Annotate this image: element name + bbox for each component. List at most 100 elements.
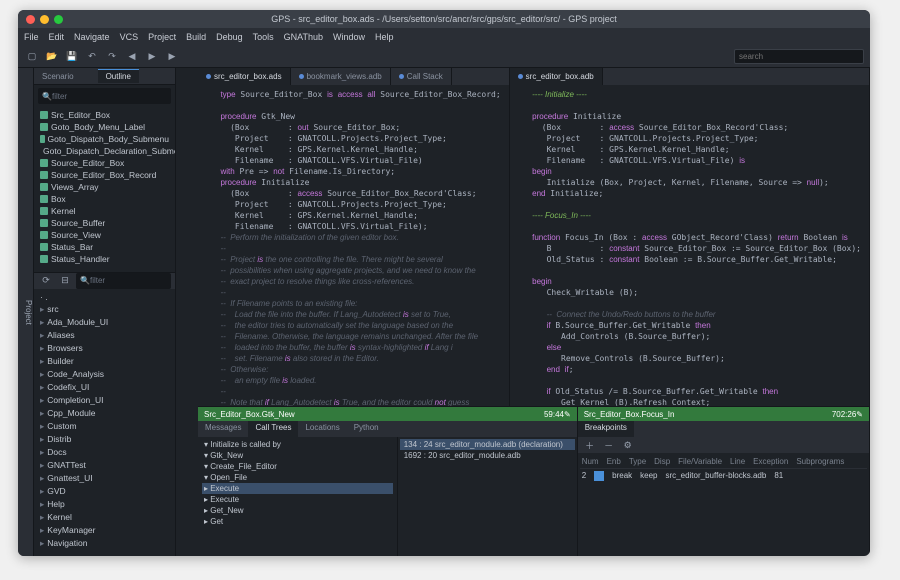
debug-icon[interactable]: ▶ [164,49,180,65]
editor-right: src_editor_box.adb ---- Initialize ---- … [510,68,870,406]
editor-right-code[interactable]: ---- Initialize ---- procedure Initializ… [510,85,869,406]
outline-item[interactable]: Goto_Dispatch_Declaration_Submenu [34,145,175,157]
calltree-item[interactable]: ▾ Initialize is called by [202,439,393,450]
project-item[interactable]: ▸ Aliases [34,329,175,342]
redo-icon[interactable]: ↷ [104,49,120,65]
menu-project[interactable]: Project [148,32,176,42]
calltree-item[interactable]: ▸ Get_New [202,505,393,516]
project-item[interactable]: ▸ Gnattest_UI [34,472,175,485]
project-item[interactable]: ▸ Kernel [34,511,175,524]
bp-add-icon[interactable]: ＋ [582,437,598,453]
tab-outline[interactable]: Outline [98,69,139,83]
bottom-tab[interactable]: Call Trees [248,421,298,437]
project-item[interactable]: ▸ src [34,303,175,316]
outline-item[interactable]: Status_Handler [34,253,175,265]
menu-navigate[interactable]: Navigate [74,32,110,42]
outline-item[interactable]: Box [34,193,175,205]
back-icon[interactable]: ◀ [124,49,140,65]
calltree-pos: 59:44 [544,410,564,419]
outline-item[interactable]: Kernel [34,205,175,217]
menu-edit[interactable]: Edit [49,32,65,42]
bp-table: NumEnbTypeDispFile/VariableLineException… [578,453,869,556]
left-sidebar: Scenario Outline 🔍 filter Src_Editor_Box… [34,68,176,556]
menu-gnathub[interactable]: GNAThub [284,32,323,42]
project-item[interactable]: ▸ Help [34,498,175,511]
pencil-icon[interactable]: ✎ [856,410,863,419]
menu-tools[interactable]: Tools [253,32,274,42]
tab-scenario[interactable]: Scenario [34,70,82,83]
editor-left-code[interactable]: type Source_Editor_Box is access all Sou… [198,85,509,406]
tab-breakpoints[interactable]: Breakpoints [578,421,634,437]
location-item[interactable]: 1692 : 20 src_editor_module.adb [400,450,575,461]
menu-help[interactable]: Help [375,32,394,42]
menu-build[interactable]: Build [186,32,206,42]
project-item[interactable]: ▸ Codefix_UI [34,381,175,394]
undo-icon[interactable]: ↶ [84,49,100,65]
save-icon[interactable]: 💾 [64,49,80,65]
project-item[interactable]: ▸ Docs [34,446,175,459]
calltree-item[interactable]: ▸ Execute [202,494,393,505]
menu-file[interactable]: File [24,32,39,42]
checkbox-icon[interactable] [594,471,604,481]
project-item[interactable]: ▸ Completion_UI [34,394,175,407]
refresh-icon[interactable]: ⟳ [38,273,54,289]
bottom-tab[interactable]: Python [347,421,386,437]
project-item[interactable]: ▸ GNATTest [34,459,175,472]
project-item[interactable]: ▸ Browsers [34,342,175,355]
bp-header: Src_Editor_Box.Focus_In [584,410,675,419]
project-side-tab[interactable]: Project [18,68,34,556]
outline-tree: Src_Editor_BoxGoto_Body_Menu_LabelGoto_D… [34,107,175,272]
open-icon[interactable]: 📂 [44,49,60,65]
search-input[interactable] [734,49,864,64]
bp-remove-icon[interactable]: － [601,437,617,453]
editor-tab[interactable]: src_editor_box.ads [198,68,291,85]
editor-tab[interactable]: bookmark_views.adb [291,68,391,85]
project-item[interactable]: ▸ Navigation [34,537,175,550]
menu-vcs[interactable]: VCS [120,32,139,42]
project-tree: · .▸ src▸ Ada_Module_UI▸ Aliases▸ Browse… [34,289,175,556]
project-item[interactable]: · . [34,291,175,303]
outline-item[interactable]: Source_Editor_Box [34,157,175,169]
editor-tab[interactable]: src_editor_box.adb [510,68,603,85]
calltree-item[interactable]: ▸ Get [202,516,393,527]
outline-item[interactable]: Source_View [34,229,175,241]
outline-item[interactable]: Goto_Dispatch_Body_Submenu [34,133,175,145]
menu-window[interactable]: Window [333,32,365,42]
project-item[interactable]: ▸ Distrib [34,433,175,446]
calltree-item[interactable]: ▾ Gtk_New [202,450,393,461]
outline-item[interactable]: Goto_Body_Menu_Label [34,121,175,133]
tab-blank[interactable] [82,74,98,78]
calltree-panel: Src_Editor_Box.Gtk_New59:44 ✎ MessagesCa… [198,407,578,556]
menu-debug[interactable]: Debug [216,32,243,42]
outline-item[interactable]: Status_Bar [34,241,175,253]
bottom-tab[interactable]: Messages [198,421,248,437]
titlebar: GPS - src_editor_box.ads - /Users/setton… [18,10,870,28]
project-item[interactable]: ▸ Cpp_Module [34,407,175,420]
calltree-item[interactable]: ▾ Create_File_Editor [202,461,393,472]
project-item[interactable]: ▸ Code_Analysis [34,368,175,381]
bottom-left-tabs: MessagesCall TreesLocationsPython [198,421,577,437]
project-item[interactable]: ▸ Ada_Module_UI [34,316,175,329]
calltree-item[interactable]: ▾ Open_File [202,472,393,483]
ide-window: GPS - src_editor_box.ads - /Users/setton… [18,10,870,556]
bp-row[interactable]: 2 break keep src_editor_buffer-blocks.ad… [580,469,867,483]
outline-item[interactable]: Source_Editor_Box_Record [34,169,175,181]
outline-filter[interactable]: 🔍 filter [38,88,171,104]
pencil-icon[interactable]: ✎ [564,410,571,419]
project-item[interactable]: ▸ Builder [34,355,175,368]
forward-icon[interactable]: ▶ [144,49,160,65]
project-item[interactable]: ▸ GVD [34,485,175,498]
bottom-tab[interactable]: Locations [298,421,346,437]
calltree-item[interactable]: ▸ Execute [202,483,393,494]
editor-tab[interactable]: Call Stack [391,68,452,85]
outline-item[interactable]: Views_Array [34,181,175,193]
outline-item[interactable]: Src_Editor_Box [34,109,175,121]
location-item[interactable]: 134 : 24 src_editor_module.adb (declarat… [400,439,575,450]
project-filter[interactable]: 🔍 filter [76,273,171,289]
project-item[interactable]: ▸ Custom [34,420,175,433]
collapse-icon[interactable]: ⊟ [57,273,73,289]
project-item[interactable]: ▸ KeyManager [34,524,175,537]
outline-item[interactable]: Source_Buffer [34,217,175,229]
new-file-icon[interactable]: ▢ [24,49,40,65]
bp-settings-icon[interactable]: ⚙ [620,437,636,453]
